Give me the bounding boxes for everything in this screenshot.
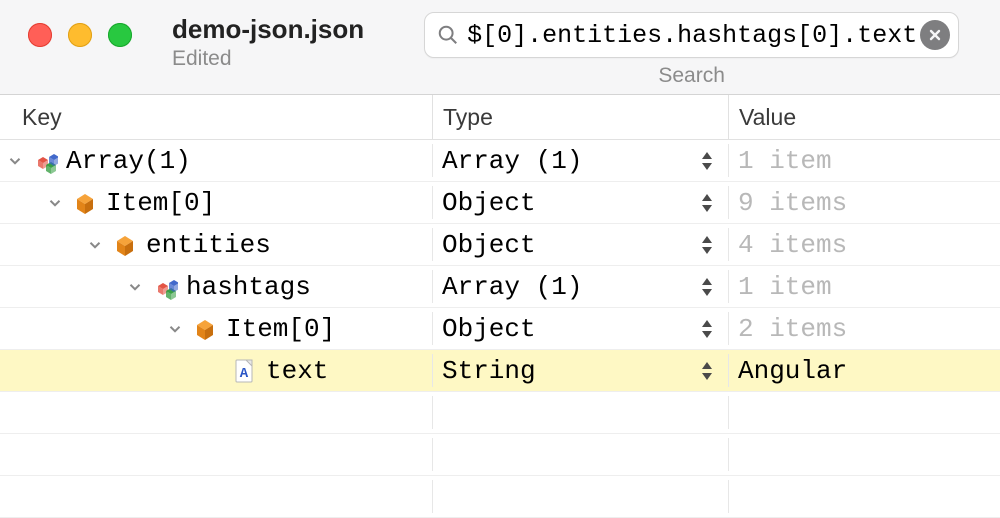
node-value[interactable]: 4 items	[728, 224, 1000, 265]
array-icon	[152, 274, 178, 300]
node-value[interactable]: 1 item	[728, 140, 1000, 181]
search-caption: Search	[424, 64, 959, 88]
object-icon	[112, 232, 138, 258]
node-type: Object	[442, 188, 536, 218]
empty-row	[0, 392, 1000, 434]
type-stepper-icon[interactable]	[700, 150, 714, 172]
type-stepper-icon[interactable]	[700, 276, 714, 298]
node-key: Array(1)	[66, 146, 191, 176]
tree-row[interactable]: entities Object 4 items	[0, 224, 1000, 266]
title-bar: demo-json.json Edited $[0].entities.hash…	[0, 0, 1000, 95]
close-window-button[interactable]	[28, 23, 52, 47]
tree-row[interactable]: Array(1) Array (1) 1 item	[0, 140, 1000, 182]
object-icon	[72, 190, 98, 216]
object-icon	[192, 316, 218, 342]
document-status: Edited	[172, 47, 364, 71]
empty-row	[0, 434, 1000, 476]
disclosure-chevron-icon[interactable]	[126, 278, 144, 296]
node-key: hashtags	[186, 272, 311, 302]
node-type: Object	[442, 314, 536, 344]
type-stepper-icon[interactable]	[700, 360, 714, 382]
tree-row[interactable]: hashtags Array (1) 1 item	[0, 266, 1000, 308]
window-controls	[28, 23, 132, 47]
node-key: entities	[146, 230, 271, 260]
tree-row[interactable]: Atext String Angular	[0, 350, 1000, 392]
type-stepper-icon[interactable]	[700, 318, 714, 340]
column-header-value[interactable]: Value	[728, 95, 1000, 139]
json-tree: Array(1) Array (1) 1 item Item[0] Object 9 it…	[0, 140, 1000, 518]
node-value[interactable]: Angular	[728, 350, 1000, 391]
search-icon	[437, 24, 459, 46]
disclosure-chevron-icon[interactable]	[6, 152, 24, 170]
tree-row[interactable]: Item[0] Object 9 items	[0, 182, 1000, 224]
node-type: Object	[442, 230, 536, 260]
search-value: $[0].entities.hashtags[0].text	[467, 21, 920, 50]
empty-row	[0, 476, 1000, 518]
node-type: String	[442, 356, 536, 386]
zoom-window-button[interactable]	[108, 23, 132, 47]
column-header-type[interactable]: Type	[432, 95, 728, 139]
disclosure-chevron-icon[interactable]	[166, 320, 184, 338]
tree-row[interactable]: Item[0] Object 2 items	[0, 308, 1000, 350]
svg-text:A: A	[240, 366, 249, 382]
node-type: Array (1)	[442, 146, 582, 176]
node-value[interactable]: 2 items	[728, 308, 1000, 349]
array-icon	[32, 148, 58, 174]
node-value[interactable]: 9 items	[728, 182, 1000, 223]
column-header-row: Key Type Value	[0, 95, 1000, 140]
column-header-key[interactable]: Key	[0, 104, 432, 131]
node-key: text	[266, 356, 328, 386]
document-title: demo-json.json	[172, 14, 364, 45]
type-stepper-icon[interactable]	[700, 192, 714, 214]
node-key: Item[0]	[226, 314, 335, 344]
search-input[interactable]: $[0].entities.hashtags[0].text	[424, 12, 959, 58]
clear-search-button[interactable]	[920, 20, 950, 50]
node-value[interactable]: 1 item	[728, 266, 1000, 307]
type-stepper-icon[interactable]	[700, 234, 714, 256]
minimize-window-button[interactable]	[68, 23, 92, 47]
disclosure-chevron-icon[interactable]	[46, 194, 64, 212]
disclosure-chevron-icon[interactable]	[86, 236, 104, 254]
string-icon: A	[232, 358, 258, 384]
node-type: Array (1)	[442, 272, 582, 302]
node-key: Item[0]	[106, 188, 215, 218]
